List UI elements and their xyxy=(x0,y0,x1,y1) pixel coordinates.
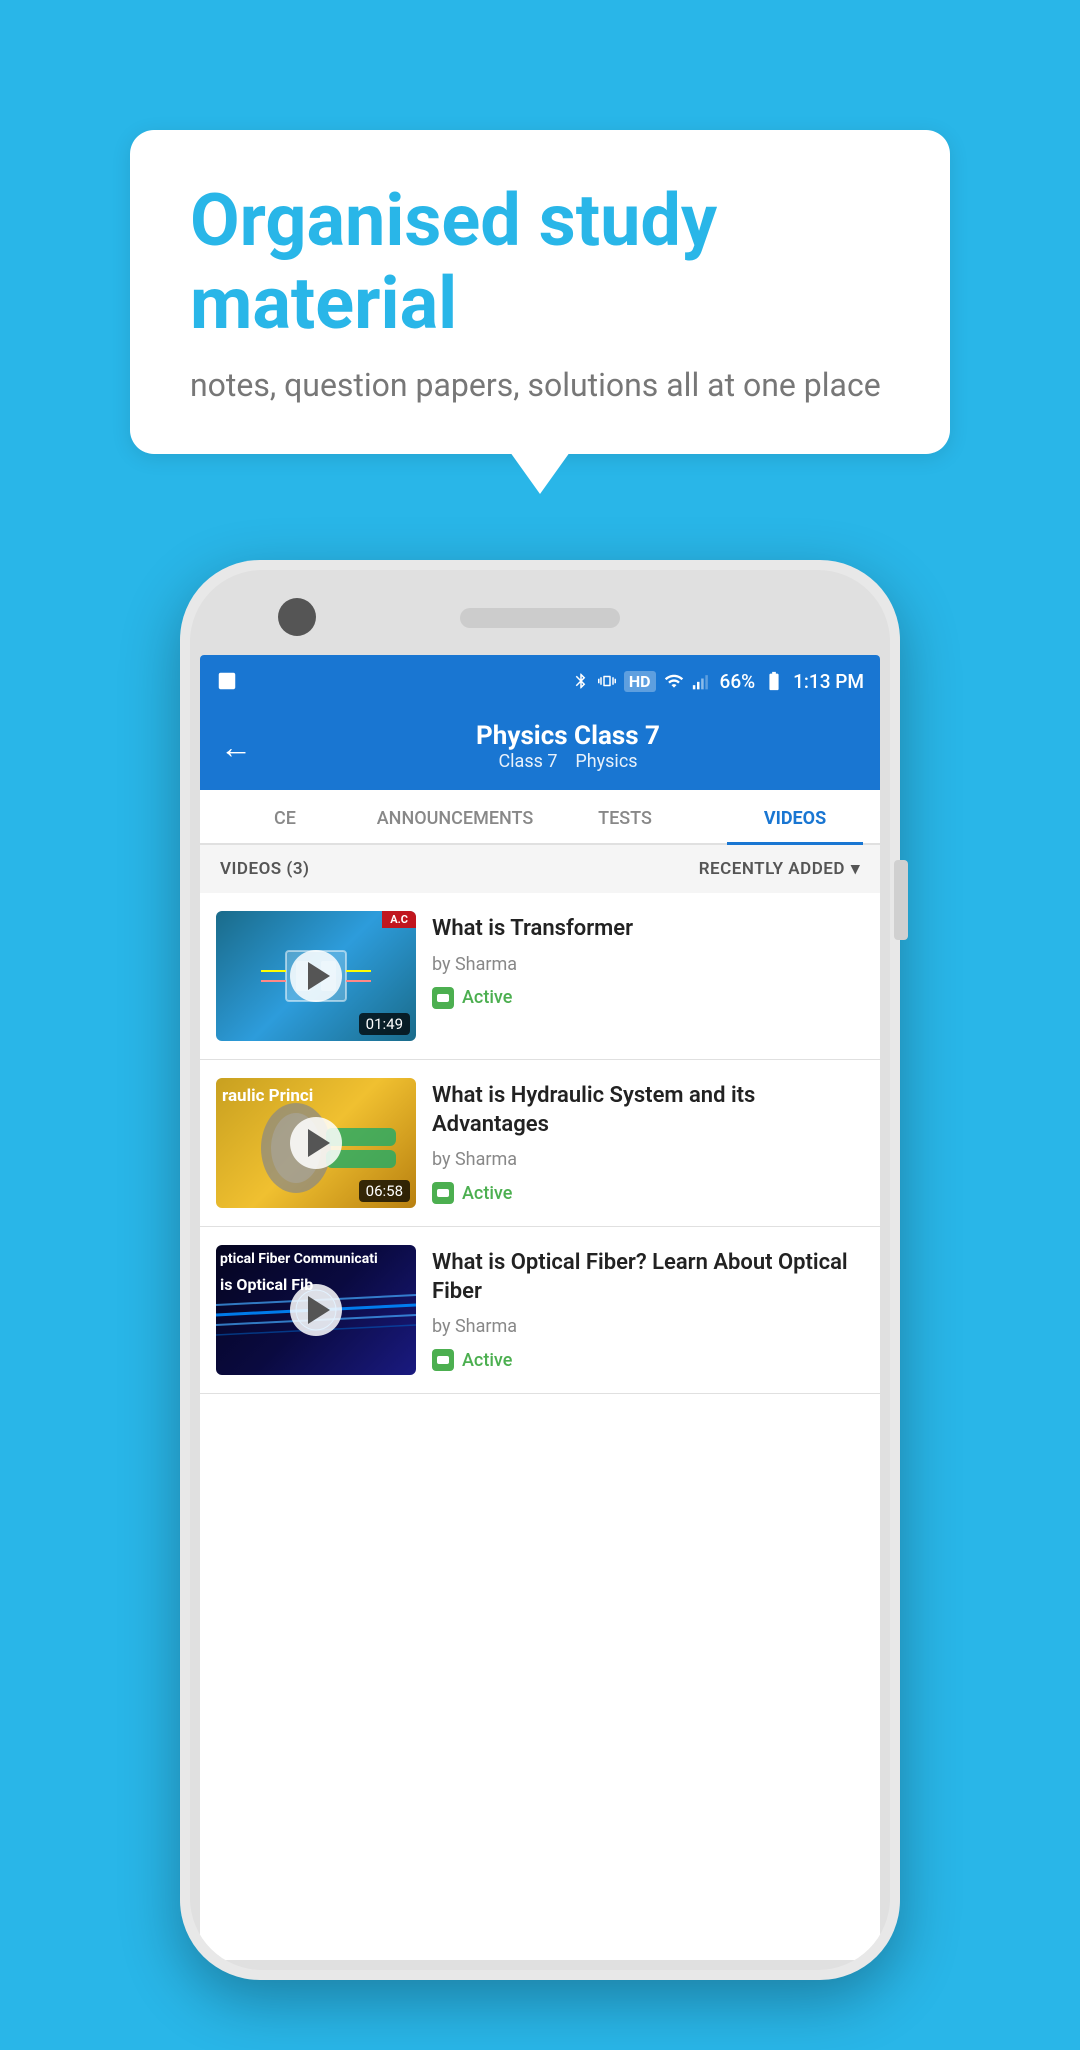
video-author-3: by Sharma xyxy=(432,1316,864,1337)
hydraulic-thumb-text: raulic Princi xyxy=(222,1086,313,1106)
tab-tests[interactable]: TESTS xyxy=(540,790,710,843)
ac-label: A.C xyxy=(382,911,416,928)
video-item-2[interactable]: raulic Princi 06:58 What is Hydraulic Sy… xyxy=(200,1060,880,1227)
filter-bar: VIDEOS (3) RECENTLY ADDED ▾ xyxy=(200,845,880,893)
tab-ce[interactable]: CE xyxy=(200,790,370,843)
status-bar: HD 66% 1:13 PM xyxy=(200,655,880,707)
video-status-2: Active xyxy=(432,1182,864,1204)
image-icon xyxy=(216,670,238,692)
back-button[interactable]: ← xyxy=(220,728,252,766)
subtitle-subject: Physics xyxy=(575,751,637,772)
video-author-2: by Sharma xyxy=(432,1149,864,1170)
video-thumb-3: ptical Fiber Communicati is Optical Fib xyxy=(216,1245,416,1375)
background: Organised study material notes, question… xyxy=(0,130,1080,2050)
tab-announcements[interactable]: ANNOUNCEMENTS xyxy=(370,790,540,843)
speech-bubble-heading: Organised study material xyxy=(190,180,890,346)
phone-camera xyxy=(278,598,316,636)
video-author-1: by Sharma xyxy=(432,954,864,975)
video-title-1: What is Transformer xyxy=(432,915,864,944)
bluetooth-icon xyxy=(572,672,590,690)
video-title-3: What is Optical Fiber? Learn About Optic… xyxy=(432,1249,864,1306)
video-duration-2: 06:58 xyxy=(359,1180,410,1202)
signal-icon xyxy=(692,671,712,691)
chat-icon-3 xyxy=(432,1349,454,1371)
phone-inner-shell: HD 66% 1:13 PM ← xyxy=(190,570,890,1970)
video-thumb-2: raulic Princi 06:58 xyxy=(216,1078,416,1208)
video-status-1: Active xyxy=(432,987,864,1009)
status-bar-left xyxy=(216,670,238,692)
battery-percent: 66% xyxy=(720,670,756,693)
video-duration-1: 01:49 xyxy=(359,1013,410,1035)
vibrate-icon xyxy=(598,672,616,690)
sort-button[interactable]: RECENTLY ADDED ▾ xyxy=(699,859,860,879)
video-list: 01:49 A.C What is Transformer by Sharma … xyxy=(200,893,880,1960)
battery-icon xyxy=(763,670,785,692)
app-header: ← Physics Class 7 Class 7 Physics xyxy=(200,707,880,790)
video-status-3: Active xyxy=(432,1349,864,1371)
status-bar-right: HD 66% 1:13 PM xyxy=(572,670,864,693)
phone-side-button xyxy=(894,860,908,940)
wifi-icon xyxy=(664,671,684,691)
video-info-2: What is Hydraulic System and its Advanta… xyxy=(432,1078,864,1208)
chat-icon-2 xyxy=(432,1182,454,1204)
video-count-label: VIDEOS (3) xyxy=(220,859,310,879)
phone-screen: HD 66% 1:13 PM ← xyxy=(200,655,880,1960)
page-title: Physics Class 7 xyxy=(276,721,860,751)
page-subtitle: Class 7 Physics xyxy=(276,751,860,772)
chat-icon-1 xyxy=(432,987,454,1009)
tab-videos[interactable]: VIDEOS xyxy=(710,790,880,843)
optical-thumb-text1: ptical Fiber Communicati xyxy=(220,1251,378,1267)
tab-bar: CE ANNOUNCEMENTS TESTS VIDEOS xyxy=(200,790,880,845)
phone-device: HD 66% 1:13 PM ← xyxy=(180,560,900,1980)
speech-bubble-subtext: notes, question papers, solutions all at… xyxy=(190,366,890,404)
status-time: 1:13 PM xyxy=(793,670,864,693)
video-item-3[interactable]: ptical Fiber Communicati is Optical Fib … xyxy=(200,1227,880,1394)
video-title-2: What is Hydraulic System and its Advanta… xyxy=(432,1082,864,1139)
video-item-1[interactable]: 01:49 A.C What is Transformer by Sharma … xyxy=(200,893,880,1060)
video-info-3: What is Optical Fiber? Learn About Optic… xyxy=(432,1245,864,1375)
video-thumb-1: 01:49 A.C xyxy=(216,911,416,1041)
phone-speaker xyxy=(460,608,620,628)
hd-badge: HD xyxy=(624,671,656,692)
subtitle-class: Class 7 xyxy=(498,751,557,772)
video-info-1: What is Transformer by Sharma Active xyxy=(432,911,864,1041)
speech-bubble: Organised study material notes, question… xyxy=(130,130,950,454)
phone-outer-shell: HD 66% 1:13 PM ← xyxy=(180,560,900,1980)
chevron-down-icon: ▾ xyxy=(851,859,860,879)
header-title-block: Physics Class 7 Class 7 Physics xyxy=(276,721,860,772)
